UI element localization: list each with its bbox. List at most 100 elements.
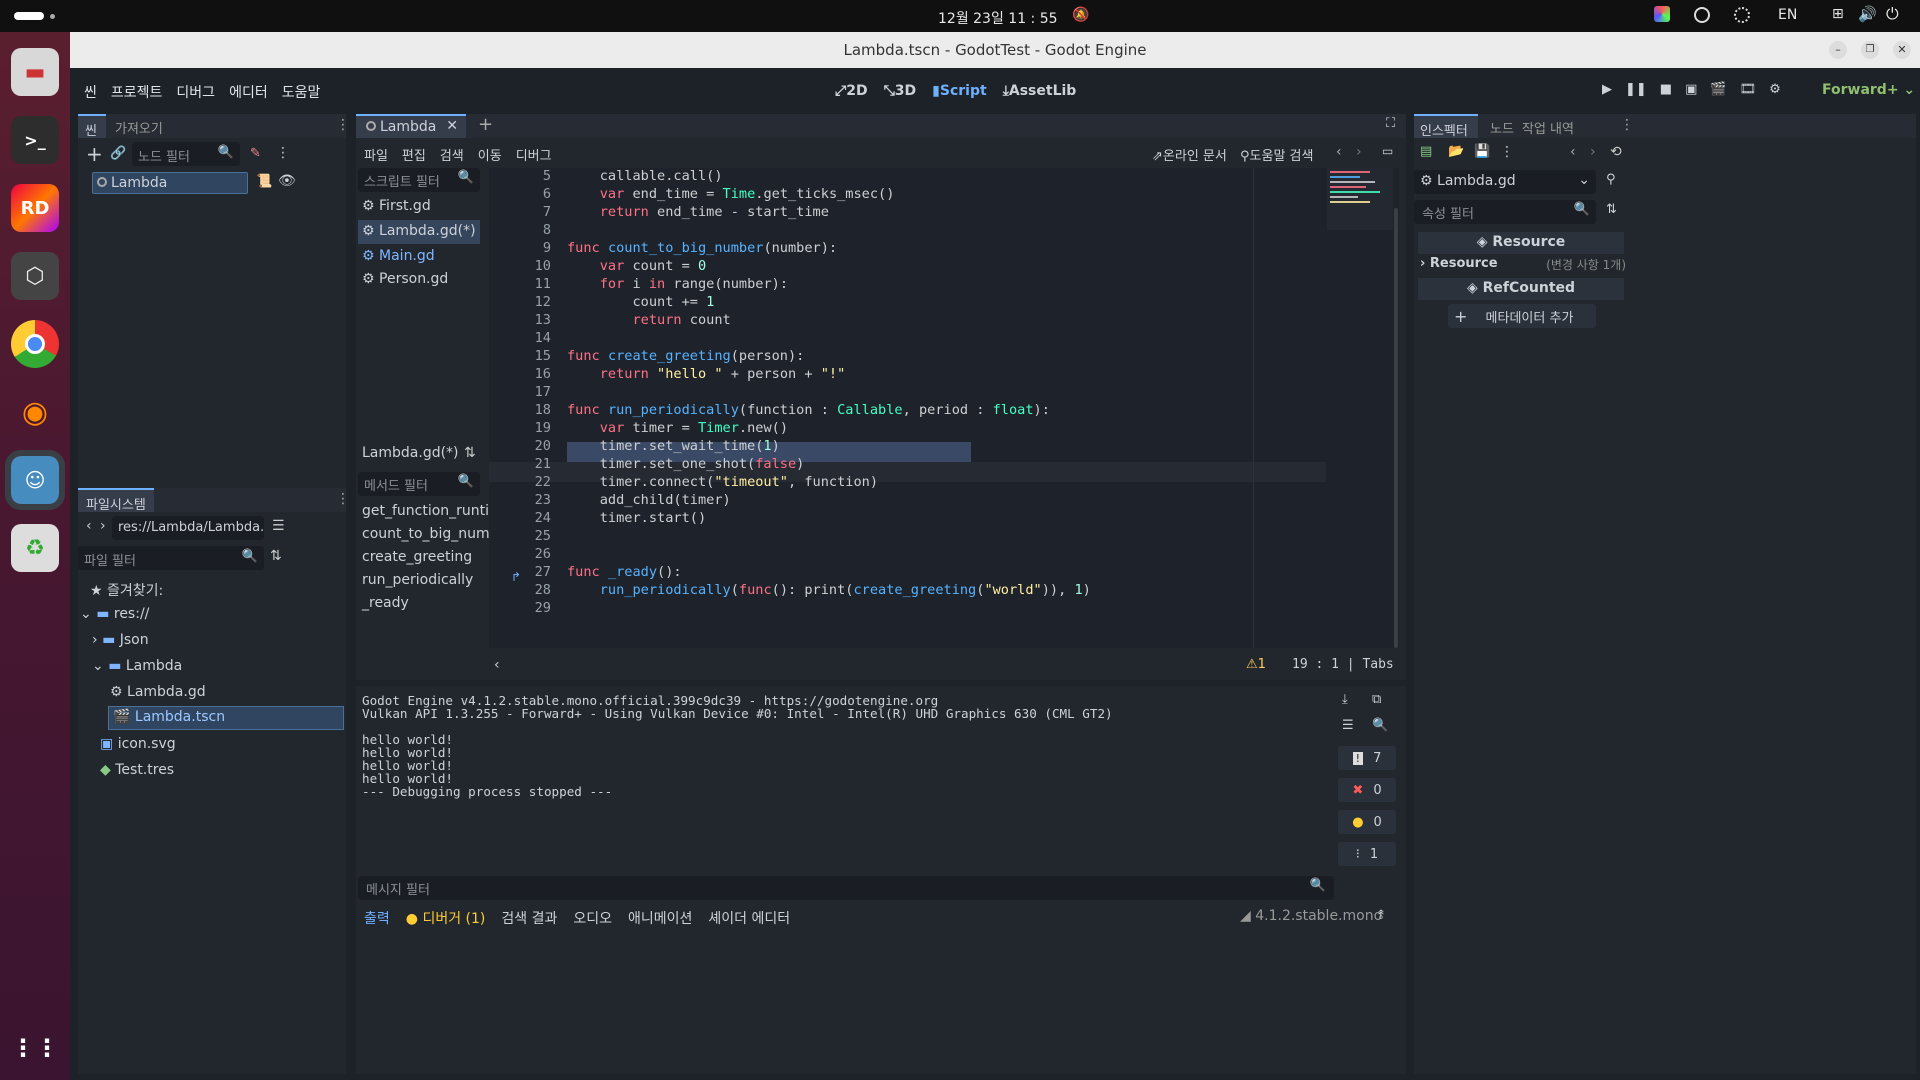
- stop-icon[interactable]: ■: [1660, 82, 1672, 97]
- file-test-tres[interactable]: ◆ Test.tres: [100, 762, 174, 778]
- warnings-count[interactable]: ⚠1: [1246, 657, 1266, 672]
- activities-indicator[interactable]: [14, 12, 44, 20]
- movie-maker-icon[interactable]: ⚙: [1769, 82, 1781, 97]
- scene-options-icon[interactable]: ⋮: [276, 145, 290, 161]
- tab-history[interactable]: 작업 내역: [1522, 118, 1574, 137]
- forward-icon[interactable]: ›: [100, 518, 106, 534]
- files-app-icon[interactable]: ▬: [11, 48, 59, 96]
- help-search-button[interactable]: ⚲도움말 검색: [1240, 145, 1313, 164]
- script-item-main[interactable]: ⚙ Main.gd: [362, 248, 435, 264]
- menu-project[interactable]: 프로젝트: [111, 82, 163, 102]
- method-item[interactable]: _ready: [362, 595, 409, 611]
- scene-tree-root[interactable]: Lambda: [92, 172, 248, 194]
- menu-scene[interactable]: 씬: [84, 82, 97, 102]
- property-settings-icon[interactable]: ⇅: [1606, 202, 1617, 217]
- blender-app-icon[interactable]: ◉: [11, 388, 59, 436]
- script-menu-search[interactable]: 검색: [440, 145, 464, 164]
- rider-app-icon[interactable]: RD: [11, 184, 59, 232]
- dock-menu-icon[interactable]: ⋮: [336, 117, 350, 133]
- method-filter-input[interactable]: 메서드 필터 🔍: [358, 472, 480, 496]
- power-icon[interactable]: ⏻: [1886, 4, 1899, 24]
- tab-debugger[interactable]: ● 디버거 (1): [406, 908, 486, 928]
- distraction-free-icon[interactable]: ⛶: [1386, 116, 1395, 131]
- editor-count-toggle[interactable]: ⁝ 1: [1338, 842, 1396, 866]
- menu-help[interactable]: 도움말: [282, 82, 321, 102]
- tab-import[interactable]: 가져오기: [115, 118, 163, 137]
- tab-animation[interactable]: 애니메이션: [628, 908, 692, 928]
- method-item[interactable]: create_greeting: [362, 549, 472, 565]
- resource-group[interactable]: › Resource (변경 사항 1개): [1420, 256, 1626, 272]
- tab-inspector[interactable]: 인스펙터: [1414, 114, 1478, 139]
- message-count-toggle[interactable]: ! 7: [1338, 746, 1396, 770]
- workspace-assetlib[interactable]: ⤓AssetLib: [1003, 83, 1077, 99]
- object-help-icon[interactable]: ⚲: [1606, 172, 1616, 187]
- online-docs-button[interactable]: ⇗온라인 문서: [1152, 145, 1227, 164]
- network-icon[interactable]: ⊞: [1832, 6, 1844, 22]
- folder-json[interactable]: › ▬ Json: [92, 632, 149, 648]
- play-custom-scene-icon[interactable]: 🎞: [1740, 82, 1757, 97]
- add-node-icon[interactable]: +: [86, 144, 103, 164]
- godot-app-icon[interactable]: ☺: [5, 450, 65, 510]
- remote-debug-icon[interactable]: ▣: [1685, 82, 1697, 97]
- clock[interactable]: 12월 23일 11 : 55: [938, 8, 1058, 28]
- history-forward-icon[interactable]: ›: [1356, 144, 1362, 160]
- toggle-scripts-panel-icon[interactable]: ‹: [494, 657, 500, 673]
- sort-icon[interactable]: ⇅: [464, 445, 476, 461]
- tab-scene[interactable]: 씬: [78, 114, 106, 139]
- language-indicator[interactable]: EN: [1778, 7, 1797, 23]
- volume-icon[interactable]: 🔊: [1858, 5, 1877, 23]
- show-apps-icon[interactable]: ⋮⋮: [11, 1024, 59, 1072]
- terminal-app-icon[interactable]: >_: [11, 116, 59, 164]
- script-item-first[interactable]: ⚙ First.gd: [362, 198, 431, 214]
- file-lambda-gd[interactable]: ⚙ Lambda.gd: [110, 684, 206, 700]
- renderer-select[interactable]: Forward+ ⌄: [1822, 82, 1915, 98]
- folder-lambda[interactable]: ⌄ ▬ Lambda: [92, 658, 182, 674]
- unity-tray-icon[interactable]: [1734, 7, 1750, 23]
- history-back-icon[interactable]: ‹: [1336, 144, 1342, 160]
- unity-app-icon[interactable]: ⬡: [11, 252, 59, 300]
- tab-shader-editor[interactable]: 셰이더 에디터: [708, 908, 790, 928]
- dock-menu-icon[interactable]: ⋮: [1620, 117, 1634, 133]
- workspace-3d[interactable]: ⤡3D: [884, 83, 917, 99]
- history-back-icon[interactable]: ‹: [1570, 144, 1576, 160]
- tab-output[interactable]: 출력: [364, 908, 390, 928]
- collapse-icon[interactable]: ☰: [1342, 718, 1354, 733]
- file-lambda-tscn[interactable]: 🎬 Lambda.tscn: [108, 706, 344, 730]
- script-menu-edit[interactable]: 편집: [402, 145, 426, 164]
- script-filter-input[interactable]: 스크립트 필터 🔍: [358, 168, 480, 192]
- play-scene-icon[interactable]: 🎬: [1710, 82, 1726, 97]
- close-button[interactable]: ✕: [1893, 41, 1911, 59]
- add-metadata-button[interactable]: + 메타데이터 추가: [1448, 304, 1596, 328]
- history-forward-icon[interactable]: ›: [1590, 144, 1596, 160]
- node-filter-input[interactable]: 노드 필터 🔍: [132, 142, 240, 166]
- visibility-eye-icon[interactable]: 👁: [278, 173, 296, 189]
- script-menu-file[interactable]: 파일: [364, 145, 388, 164]
- code-line[interactable]: 29: [489, 600, 1399, 622]
- menu-editor[interactable]: 에디터: [229, 82, 268, 102]
- steam-icon[interactable]: [1694, 7, 1710, 23]
- method-item[interactable]: get_function_runti...: [362, 503, 502, 519]
- search-icon[interactable]: 🔍: [1372, 718, 1388, 733]
- new-resource-icon[interactable]: ▤: [1420, 144, 1432, 159]
- script-item-person[interactable]: ⚙ Person.gd: [362, 271, 448, 287]
- warning-count-toggle[interactable]: ● 0: [1338, 810, 1396, 834]
- history-icon[interactable]: ⟲: [1610, 144, 1622, 160]
- more-options-icon[interactable]: ⋮: [1500, 144, 1514, 160]
- pause-icon[interactable]: ❚❚: [1625, 82, 1647, 97]
- code-editor[interactable]: ↱ 5 callable.call() 6 var end_time = Time…: [489, 168, 1399, 648]
- dock-menu-icon[interactable]: ⋮: [336, 491, 350, 507]
- minimap[interactable]: [1327, 168, 1393, 230]
- folder-res[interactable]: ⌄ ▬ res://: [80, 606, 149, 622]
- maximize-button[interactable]: ❐: [1861, 41, 1879, 59]
- method-item[interactable]: run_periodically: [362, 572, 473, 588]
- file-filter-input[interactable]: 파일 필터 🔍: [78, 546, 264, 570]
- inspected-object[interactable]: ⚙ Lambda.gd ⌄: [1414, 170, 1596, 194]
- workspace-script[interactable]: ▮Script: [932, 83, 987, 99]
- open-folder-icon[interactable]: 📂: [1448, 144, 1464, 159]
- output-log[interactable]: Godot Engine v4.1.2.stable.mono.official…: [362, 694, 1328, 904]
- tab-lambda[interactable]: Lambda ✕: [356, 114, 466, 138]
- tab-filesystem[interactable]: 파일시스템: [78, 488, 154, 513]
- favorites-item[interactable]: ★ 즐겨찾기:: [90, 580, 163, 600]
- chrome-app-icon[interactable]: [11, 320, 59, 368]
- save-icon[interactable]: 💾: [1474, 144, 1490, 159]
